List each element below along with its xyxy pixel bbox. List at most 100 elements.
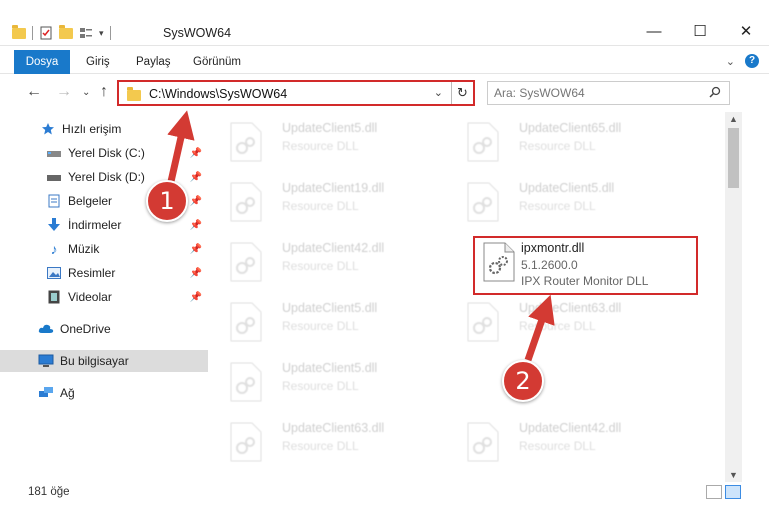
file-description: Resource DLL bbox=[519, 199, 596, 213]
customize-toolbar-icon[interactable]: ▾ bbox=[99, 28, 104, 39]
scroll-down-icon[interactable]: ▼ bbox=[729, 470, 738, 480]
file-name: UpdateClient42.dll bbox=[282, 241, 385, 255]
nav-item-quick-access[interactable]: Hızlı erişim bbox=[0, 118, 208, 140]
nav-item-label: Belgeler bbox=[68, 194, 113, 208]
scroll-thumb[interactable] bbox=[728, 128, 739, 188]
file-item[interactable]: UpdateClient5.dll Resource DLL bbox=[220, 358, 446, 410]
details-view-icon[interactable] bbox=[706, 485, 722, 499]
folder-icon bbox=[12, 24, 26, 39]
help-icon[interactable]: ? bbox=[745, 54, 759, 68]
file-description: Resource DLL bbox=[282, 319, 359, 333]
properties-icon[interactable] bbox=[39, 26, 53, 40]
pin-icon[interactable]: 📌 bbox=[190, 148, 202, 159]
chevron-down-icon[interactable]: ⌄ bbox=[434, 86, 443, 99]
dll-file-icon bbox=[230, 182, 262, 222]
pin-icon[interactable]: 📌 bbox=[190, 172, 202, 183]
nav-item-label: Müzik bbox=[68, 242, 100, 256]
file-item[interactable]: UpdateClient63.dll Resource DLL bbox=[220, 418, 446, 470]
tab-view[interactable]: Görünüm bbox=[183, 50, 251, 74]
nav-item-label: Yerel Disk (D:) bbox=[68, 170, 145, 184]
scroll-up-icon[interactable]: ▲ bbox=[729, 114, 738, 124]
file-item[interactable]: UpdateClient63.dll Resource DLL bbox=[457, 298, 683, 350]
address-bar[interactable]: C:\Windows\SysWOW64 ⌄ ↻ bbox=[117, 80, 475, 106]
search-box[interactable] bbox=[487, 81, 730, 105]
forward-icon[interactable]: → bbox=[56, 83, 72, 101]
address-row: ← → ⌄ ↑ C:\Windows\SysWOW64 ⌄ ↻ bbox=[0, 78, 769, 108]
item-count: 181 öğe bbox=[28, 486, 70, 498]
file-name: UpdateClient5.dll bbox=[282, 301, 378, 315]
step-badge-1: 1 bbox=[146, 180, 188, 222]
large-icons-view-icon[interactable] bbox=[725, 485, 741, 499]
file-description: Resource DLL bbox=[519, 439, 596, 453]
nav-item-label: Ağ bbox=[60, 386, 75, 400]
up-icon[interactable]: ↑ bbox=[100, 83, 108, 101]
dll-file-icon bbox=[230, 362, 262, 402]
nav-item-network[interactable]: Ağ bbox=[0, 382, 208, 404]
nav-item-label: Yerel Disk (C:) bbox=[68, 146, 145, 160]
computer-icon bbox=[38, 354, 54, 368]
nav-item-this-pc[interactable]: Bu bilgisayar bbox=[0, 350, 208, 372]
title-bar: ▾ SysWOW64 — ☐ ✕ bbox=[0, 0, 769, 46]
file-name: UpdateClient63.dll bbox=[282, 421, 385, 435]
search-icon[interactable] bbox=[709, 86, 721, 98]
dll-file-icon bbox=[230, 422, 262, 462]
file-item[interactable]: UpdateClient5.dll Resource DLL bbox=[220, 298, 446, 350]
star-icon bbox=[40, 122, 56, 136]
separator bbox=[32, 26, 33, 40]
nav-item-onedrive[interactable]: OneDrive bbox=[0, 318, 208, 340]
nav-item-videos[interactable]: Videolar 📌 bbox=[0, 286, 208, 308]
dll-file-icon bbox=[230, 302, 262, 342]
nav-item-label: OneDrive bbox=[60, 322, 111, 336]
dll-file-icon bbox=[230, 122, 262, 162]
tab-file[interactable]: Dosya bbox=[14, 50, 70, 74]
nav-item-label: Videolar bbox=[68, 290, 112, 304]
tab-share[interactable]: Paylaş bbox=[126, 50, 181, 74]
file-item[interactable]: UpdateClient5.dll Resource DLL bbox=[220, 118, 446, 170]
refresh-icon[interactable]: ↻ bbox=[451, 82, 473, 104]
file-name: UpdateClient63.dll bbox=[519, 301, 622, 315]
file-list: UpdateClient5.dll Resource DLL UpdateCli… bbox=[220, 112, 724, 482]
pin-icon[interactable]: 📌 bbox=[190, 244, 202, 255]
file-item[interactable]: UpdateClient42.dll Resource DLL bbox=[457, 418, 683, 470]
folder-icon bbox=[127, 87, 141, 101]
drive-icon bbox=[46, 146, 62, 160]
maximize-button[interactable]: ☐ bbox=[677, 16, 723, 46]
pin-icon[interactable]: 📌 bbox=[190, 196, 202, 207]
minimize-button[interactable]: — bbox=[631, 16, 677, 46]
file-item[interactable]: UpdateClient42.dll Resource DLL bbox=[220, 238, 446, 290]
nav-item-music[interactable]: ♪ Müzik 📌 bbox=[0, 238, 208, 260]
view-options-icon[interactable] bbox=[79, 26, 93, 40]
vertical-scrollbar[interactable]: ▲ ▼ bbox=[725, 112, 742, 482]
search-input[interactable] bbox=[494, 85, 694, 101]
back-icon[interactable]: ← bbox=[26, 83, 42, 101]
dll-file-icon bbox=[467, 302, 499, 342]
window-title: SysWOW64 bbox=[163, 26, 232, 40]
chevron-down-icon[interactable]: ⌄ bbox=[726, 55, 735, 68]
file-item[interactable]: UpdateClient19.dll Resource DLL bbox=[220, 178, 446, 230]
quick-access-toolbar: ▾ bbox=[12, 24, 111, 40]
nav-item-pictures[interactable]: Resimler 📌 bbox=[0, 262, 208, 284]
dll-file-icon bbox=[467, 122, 499, 162]
tab-home[interactable]: Giriş bbox=[76, 50, 120, 74]
pin-icon[interactable]: 📌 bbox=[190, 292, 202, 303]
file-item[interactable]: UpdateClient65.dll Resource DLL bbox=[457, 118, 683, 170]
address-path[interactable]: C:\Windows\SysWOW64 bbox=[149, 87, 287, 101]
cloud-icon bbox=[38, 322, 54, 336]
new-folder-icon[interactable] bbox=[59, 24, 73, 39]
file-description: Resource DLL bbox=[282, 199, 359, 213]
recent-locations-icon[interactable]: ⌄ bbox=[82, 87, 90, 98]
file-description: Resource DLL bbox=[282, 259, 359, 273]
file-name: UpdateClient5.dll bbox=[519, 181, 615, 195]
music-icon: ♪ bbox=[50, 241, 58, 257]
file-item[interactable]: UpdateClient5.dll Resource DLL bbox=[457, 178, 683, 230]
step-badge-2: 2 bbox=[502, 360, 544, 402]
pin-icon[interactable]: 📌 bbox=[190, 268, 202, 279]
status-bar: 181 öğe bbox=[0, 482, 769, 504]
close-button[interactable]: ✕ bbox=[723, 16, 769, 46]
file-highlight-box bbox=[473, 236, 698, 295]
nav-item-local-disk-c[interactable]: Yerel Disk (C:) 📌 bbox=[0, 142, 208, 164]
nav-item-label: Bu bilgisayar bbox=[60, 354, 129, 368]
pin-icon[interactable]: 📌 bbox=[190, 220, 202, 231]
drive-icon bbox=[46, 170, 62, 184]
file-name: UpdateClient5.dll bbox=[282, 361, 378, 375]
